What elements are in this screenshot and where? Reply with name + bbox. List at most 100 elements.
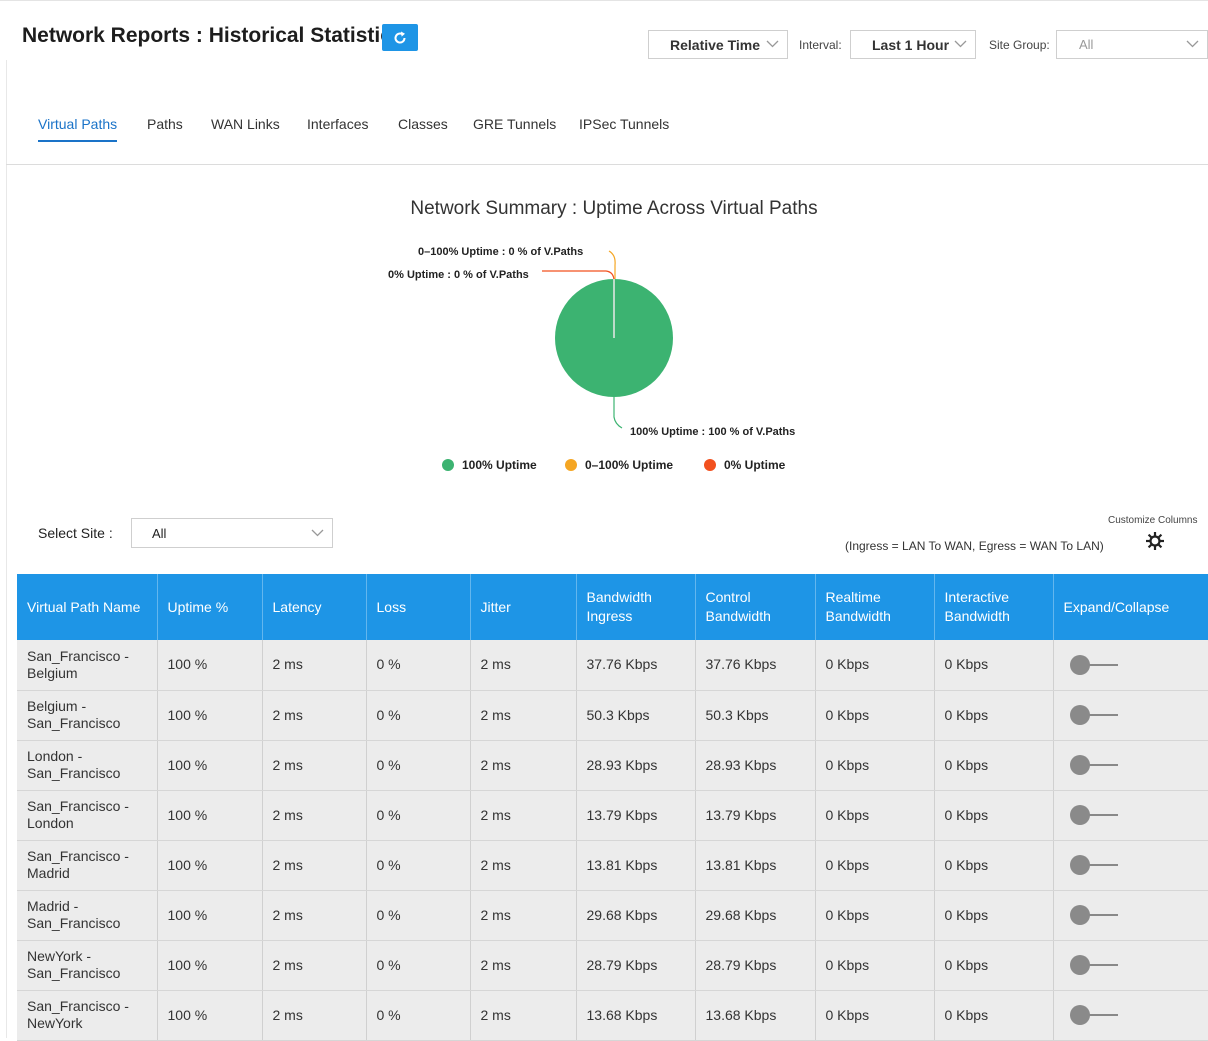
table-row[interactable]: San_Francisco - London 100 % 2 ms 0 % 2 ms 13…: [17, 790, 1208, 841]
tab-ipsec-tunnels[interactable]: IPSec Tunnels: [579, 116, 669, 132]
table-row[interactable]: Madrid - San_Francisco 100 % 2 ms 0 % 2 ms 29…: [17, 890, 1208, 941]
table-cell: 50.3 Kbps: [695, 690, 816, 741]
refresh-button[interactable]: [382, 24, 418, 51]
column-header[interactable]: Expand/Collapse: [1053, 574, 1208, 640]
pie-label-zero: 0% Uptime : 0 % of V.Paths: [388, 269, 529, 281]
table-row[interactable]: NewYork - San_Francisco 100 % 2 ms 0 % 2 ms 2…: [17, 940, 1208, 991]
tab-gre-tunnels[interactable]: GRE Tunnels: [473, 116, 556, 132]
tab-classes[interactable]: Classes: [398, 116, 448, 132]
table-cell: 28.93 Kbps: [576, 740, 696, 791]
column-header[interactable]: Realtime Bandwidth: [815, 574, 935, 640]
table-cell: 37.76 Kbps: [695, 640, 816, 691]
expand-collapse-cell: [1053, 690, 1208, 741]
column-header[interactable]: Bandwidth Ingress: [576, 574, 696, 640]
table-cell: San_Francisco - London: [17, 790, 158, 841]
column-header[interactable]: Uptime %: [157, 574, 263, 640]
table-cell: 0 Kbps: [815, 940, 935, 991]
interval-label: Interval:: [799, 38, 842, 52]
select-site-value: All: [152, 525, 167, 541]
legend-item-partial-uptime[interactable]: 0–100% Uptime: [565, 458, 673, 472]
table-row[interactable]: London - San_Francisco 100 % 2 ms 0 % 2 ms 28…: [17, 740, 1208, 791]
tab-wan-links[interactable]: WAN Links: [211, 116, 280, 132]
table-cell: 0 Kbps: [815, 740, 935, 791]
gear-icon[interactable]: [1144, 530, 1166, 552]
legend-item-zero-uptime[interactable]: 0% Uptime: [704, 458, 785, 472]
interval-value: Last 1 Hour: [872, 36, 950, 53]
column-header[interactable]: Virtual Path Name: [17, 574, 158, 640]
table-row[interactable]: Belgium - San_Francisco 100 % 2 ms 0 % 2 ms 5…: [17, 690, 1208, 741]
table-cell: San_Francisco - Belgium: [17, 640, 158, 691]
table-cell: 0 Kbps: [934, 790, 1054, 841]
expand-toggle[interactable]: [1069, 855, 1120, 875]
expand-collapse-cell: [1053, 940, 1208, 991]
table-row[interactable]: San_Francisco - NewYork 100 % 2 ms 0 % 2 ms 1…: [17, 990, 1208, 1041]
expand-toggle[interactable]: [1069, 705, 1120, 725]
column-header[interactable]: Control Bandwidth: [695, 574, 816, 640]
table-row[interactable]: San_Francisco - Belgium 100 % 2 ms 0 % 2 ms 3…: [17, 640, 1208, 691]
toggle-knob: [1069, 955, 1090, 975]
table-cell: 2 ms: [470, 690, 577, 741]
customize-columns-label: Customize Columns: [1108, 515, 1198, 526]
chart-title: Network Summary : Uptime Across Virtual …: [410, 198, 818, 219]
time-mode-value: Relative Time: [670, 36, 761, 53]
interval-dropdown[interactable]: Last 1 Hour: [850, 30, 976, 59]
tab-interfaces[interactable]: Interfaces: [307, 116, 368, 132]
site-group-label: Site Group:: [989, 38, 1050, 52]
pie-leader-full: [613, 397, 623, 429]
table-cell: 50.3 Kbps: [576, 690, 696, 741]
uptime-pie-chart: 0–100% Uptime : 0 % of V.Paths 0% Uptime…: [388, 246, 795, 438]
table-cell: 28.79 Kbps: [576, 940, 696, 991]
site-group-dropdown[interactable]: All: [1056, 30, 1208, 59]
table-cell: 100 %: [157, 890, 263, 941]
table-cell: 0 %: [366, 990, 471, 1041]
expand-toggle[interactable]: [1069, 654, 1120, 675]
refresh-icon: [394, 31, 406, 44]
select-site-dropdown[interactable]: All: [131, 518, 333, 548]
time-mode-dropdown[interactable]: Relative Time: [648, 30, 788, 59]
table-cell: 2 ms: [262, 690, 367, 741]
table-cell: 0 Kbps: [934, 740, 1054, 791]
table-cell: 100 %: [157, 690, 263, 741]
chevron-down-icon: [954, 40, 967, 48]
table-cell: 13.81 Kbps: [576, 840, 696, 891]
pie-label-full: 100% Uptime : 100 % of V.Paths: [630, 426, 795, 438]
table-cell: Madrid - San_Francisco: [17, 890, 158, 941]
table-cell: 0 Kbps: [815, 790, 935, 841]
column-header[interactable]: Jitter: [470, 574, 577, 640]
expand-toggle[interactable]: [1069, 755, 1120, 775]
chevron-down-icon: [766, 40, 779, 48]
toggle-knob: [1069, 705, 1090, 725]
tab-virtual-paths[interactable]: Virtual Paths: [38, 116, 117, 132]
expand-collapse-cell: [1053, 990, 1208, 1041]
table-cell: NewYork - San_Francisco: [17, 940, 158, 991]
table-cell: 2 ms: [470, 840, 577, 891]
top-border: [0, 0, 1208, 1]
column-header[interactable]: Latency: [262, 574, 367, 640]
table-cell: 29.68 Kbps: [695, 890, 816, 941]
tab-paths[interactable]: Paths: [147, 116, 183, 132]
legend-dot-orange: [565, 459, 577, 471]
table-row[interactable]: San_Francisco - Madrid 100 % 2 ms 0 % 2 ms 13…: [17, 840, 1208, 891]
table-cell: 13.79 Kbps: [695, 790, 816, 841]
table-cell: 2 ms: [262, 890, 367, 941]
expand-toggle[interactable]: [1069, 905, 1120, 925]
table-cell: 0 %: [366, 790, 471, 841]
table-header-row: Virtual Path Name Uptime % Latency Loss …: [17, 574, 1208, 640]
expand-toggle[interactable]: [1069, 955, 1120, 975]
column-header[interactable]: Loss: [366, 574, 471, 640]
expand-collapse-cell: [1053, 640, 1208, 691]
table-cell: 13.68 Kbps: [576, 990, 696, 1041]
table-cell: 0 Kbps: [934, 840, 1054, 891]
table-cell: 0 %: [366, 690, 471, 741]
table-cell: 0 Kbps: [934, 890, 1054, 941]
table-cell: 37.76 Kbps: [576, 640, 696, 691]
table-cell: 2 ms: [470, 940, 577, 991]
column-header[interactable]: Interactive Bandwidth: [934, 574, 1054, 640]
expand-collapse-cell: [1053, 740, 1208, 791]
expand-toggle[interactable]: [1069, 805, 1120, 825]
legend-item-100-uptime[interactable]: 100% Uptime: [442, 458, 537, 472]
expand-toggle[interactable]: [1069, 1005, 1120, 1025]
select-site-label: Select Site :: [38, 525, 113, 541]
chevron-down-icon: [1186, 40, 1199, 48]
table-cell: 100 %: [157, 940, 263, 991]
